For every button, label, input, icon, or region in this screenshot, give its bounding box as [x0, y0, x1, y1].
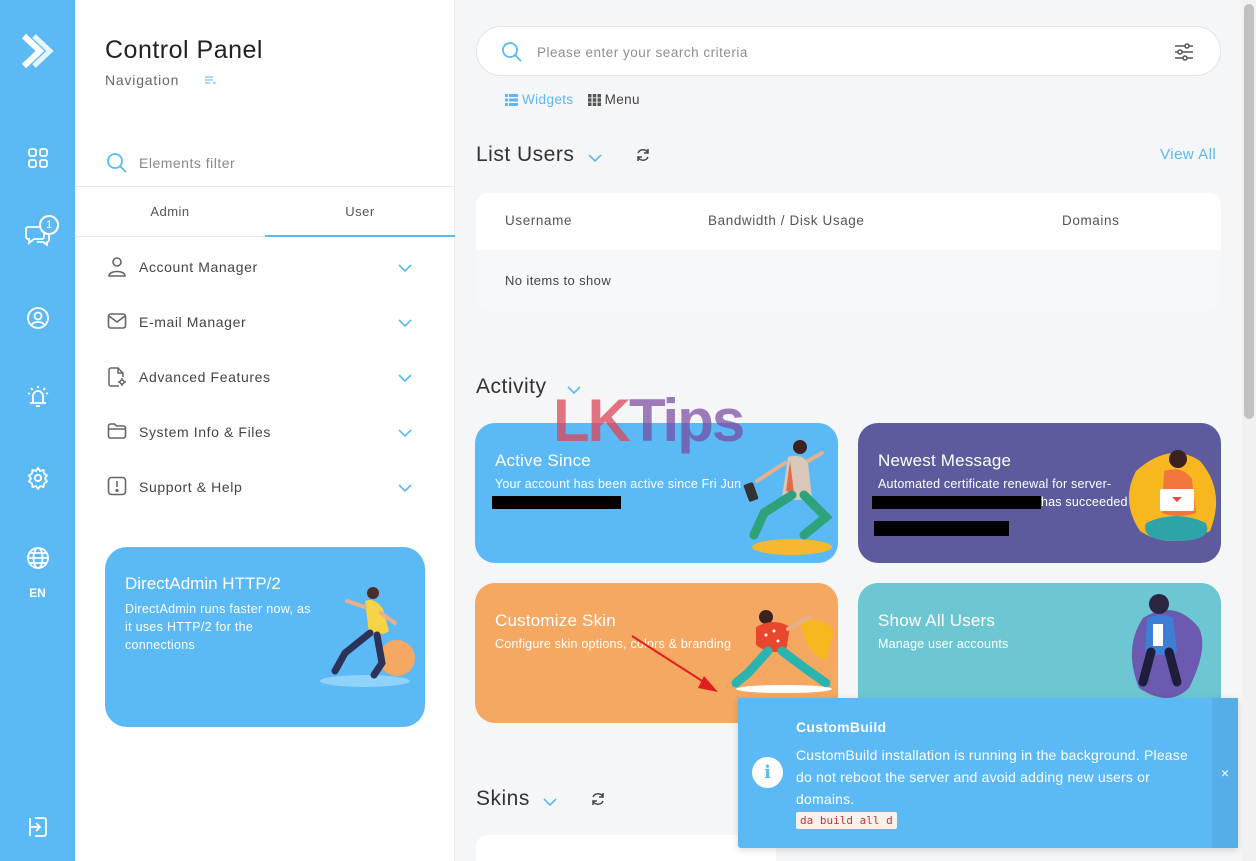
- view-switcher: Widgets Menu: [505, 92, 640, 107]
- elements-filter-input[interactable]: [139, 152, 419, 174]
- nav-item-label: E-mail Manager: [139, 314, 247, 330]
- card-illustration: [1131, 594, 1203, 698]
- tab-widgets[interactable]: Widgets: [505, 92, 574, 107]
- tab-menu[interactable]: Menu: [587, 92, 640, 107]
- global-search: [476, 26, 1221, 76]
- card-title: Show All Users: [878, 611, 996, 630]
- skins-panel: [476, 835, 776, 861]
- refresh-icon[interactable]: [635, 147, 651, 168]
- skins-title: Skins: [476, 787, 530, 810]
- page-scrollbar[interactable]: [1242, 0, 1256, 861]
- globe-icon[interactable]: [0, 546, 75, 570]
- logout-icon[interactable]: [0, 815, 75, 839]
- dashboard-grid-icon[interactable]: [0, 147, 75, 169]
- notification-title: CustomBuild: [796, 719, 887, 735]
- promo-title: DirectAdmin HTTP/2: [125, 574, 281, 593]
- person-icon: [107, 256, 127, 283]
- activity-title: Activity: [476, 375, 547, 398]
- tab-admin[interactable]: Admin: [75, 188, 265, 237]
- chevron-down-icon: [397, 425, 413, 443]
- nav-item-label: Account Manager: [139, 259, 258, 275]
- nav-item-label: Support & Help: [139, 479, 243, 495]
- empty-state-text: No items to show: [505, 273, 612, 288]
- users-table: Username Bandwidth / Disk Usage Domains …: [476, 193, 1221, 311]
- nav-item-advanced-features[interactable]: Advanced Features: [75, 350, 455, 405]
- chevron-down-icon: [397, 315, 413, 333]
- card-text: Automated certificate renewal for server…: [878, 477, 1112, 491]
- search-input[interactable]: [537, 41, 1137, 63]
- panel-subtitle: Navigation: [105, 72, 180, 88]
- nav-tabs: Admin User: [75, 188, 455, 237]
- icon-rail: 1 EN: [0, 0, 75, 861]
- notification-command: da build all d: [796, 812, 897, 829]
- annotation-arrow: [631, 635, 718, 692]
- alert-box-icon: [107, 476, 127, 501]
- promo-illustration: [320, 587, 415, 687]
- card-illustration: [731, 610, 834, 693]
- document-gear-icon: [107, 366, 127, 393]
- promo-text: DirectAdmin runs faster now, as it uses …: [125, 602, 311, 652]
- gear-icon[interactable]: [0, 466, 75, 490]
- search-icon: [106, 152, 128, 179]
- messages-icon[interactable]: [0, 222, 75, 248]
- search-icon: [501, 41, 523, 68]
- list-users-title: List Users: [476, 143, 575, 166]
- filter-sliders-icon[interactable]: [1173, 41, 1195, 68]
- redacted-block: [874, 521, 1009, 536]
- watermark-text-1: LK: [553, 387, 631, 454]
- info-icon: i: [752, 757, 783, 788]
- tab-menu-label: Menu: [604, 92, 640, 107]
- alarm-icon[interactable]: [0, 384, 75, 410]
- watermark-logo: LKTips: [553, 386, 745, 455]
- chevron-down-icon: [397, 480, 413, 498]
- card-text: Manage user accounts: [878, 637, 1009, 651]
- chevron-down-icon: [397, 370, 413, 388]
- card-illustration: [1128, 450, 1217, 541]
- navigation-panel: Control Panel Navigation Admin User Acco…: [75, 0, 455, 861]
- redacted-block: [872, 496, 1041, 509]
- elements-filter: [75, 140, 455, 187]
- user-circle-icon[interactable]: [0, 306, 75, 330]
- card-title: Customize Skin: [495, 611, 616, 630]
- folder-icon: [107, 421, 127, 446]
- card-text: Your account has been active since Fri J…: [495, 477, 742, 491]
- notification-message: CustomBuild installation is running in t…: [796, 747, 1188, 807]
- column-header-bandwidth[interactable]: Bandwidth / Disk Usage: [708, 213, 865, 228]
- redacted-block: [492, 496, 621, 509]
- grid-icon: [587, 93, 601, 106]
- promo-card[interactable]: DirectAdmin HTTP/2 DirectAdmin runs fast…: [105, 547, 425, 727]
- empty-state: No items to show: [476, 250, 1221, 311]
- nav-item-email-manager[interactable]: E-mail Manager: [75, 295, 455, 350]
- nav-item-label: Advanced Features: [139, 369, 271, 385]
- panel-title: Control Panel: [105, 36, 263, 64]
- list-icon: [505, 93, 518, 106]
- chevron-down-icon: [397, 260, 413, 278]
- card-text-continued: has succeeded: [1041, 495, 1128, 509]
- messages-count-badge: 1: [39, 215, 59, 235]
- tab-widgets-label: Widgets: [522, 92, 574, 107]
- language-label[interactable]: EN: [0, 586, 75, 600]
- chevron-down-icon[interactable]: [542, 794, 558, 812]
- tab-user[interactable]: User: [265, 188, 455, 237]
- nav-item-label: System Info & Files: [139, 424, 271, 440]
- scrollbar-thumb[interactable]: [1244, 4, 1254, 419]
- view-all-link[interactable]: View All: [1160, 146, 1216, 163]
- card-illustration: [743, 440, 833, 555]
- envelope-icon: [107, 311, 127, 336]
- custombuild-notification: i CustomBuild CustomBuild installation i…: [738, 698, 1238, 848]
- column-header-domains[interactable]: Domains: [1062, 213, 1119, 228]
- chevron-down-icon[interactable]: [587, 150, 603, 168]
- nav-item-support-help[interactable]: Support & Help: [75, 460, 455, 515]
- column-header-username[interactable]: Username: [505, 213, 572, 228]
- navigation-toggle-icon[interactable]: [203, 73, 217, 92]
- logo-icon[interactable]: [0, 32, 75, 70]
- nav-item-system-info-files[interactable]: System Info & Files: [75, 405, 455, 460]
- nav-item-account-manager[interactable]: Account Manager: [75, 240, 455, 295]
- card-newest-message[interactable]: Newest Message Automated certificate ren…: [858, 423, 1221, 563]
- refresh-icon[interactable]: [590, 791, 606, 812]
- card-title: Newest Message: [878, 451, 1012, 470]
- close-notification-button[interactable]: ×: [1212, 698, 1238, 848]
- watermark-text-2: Tips: [628, 387, 745, 454]
